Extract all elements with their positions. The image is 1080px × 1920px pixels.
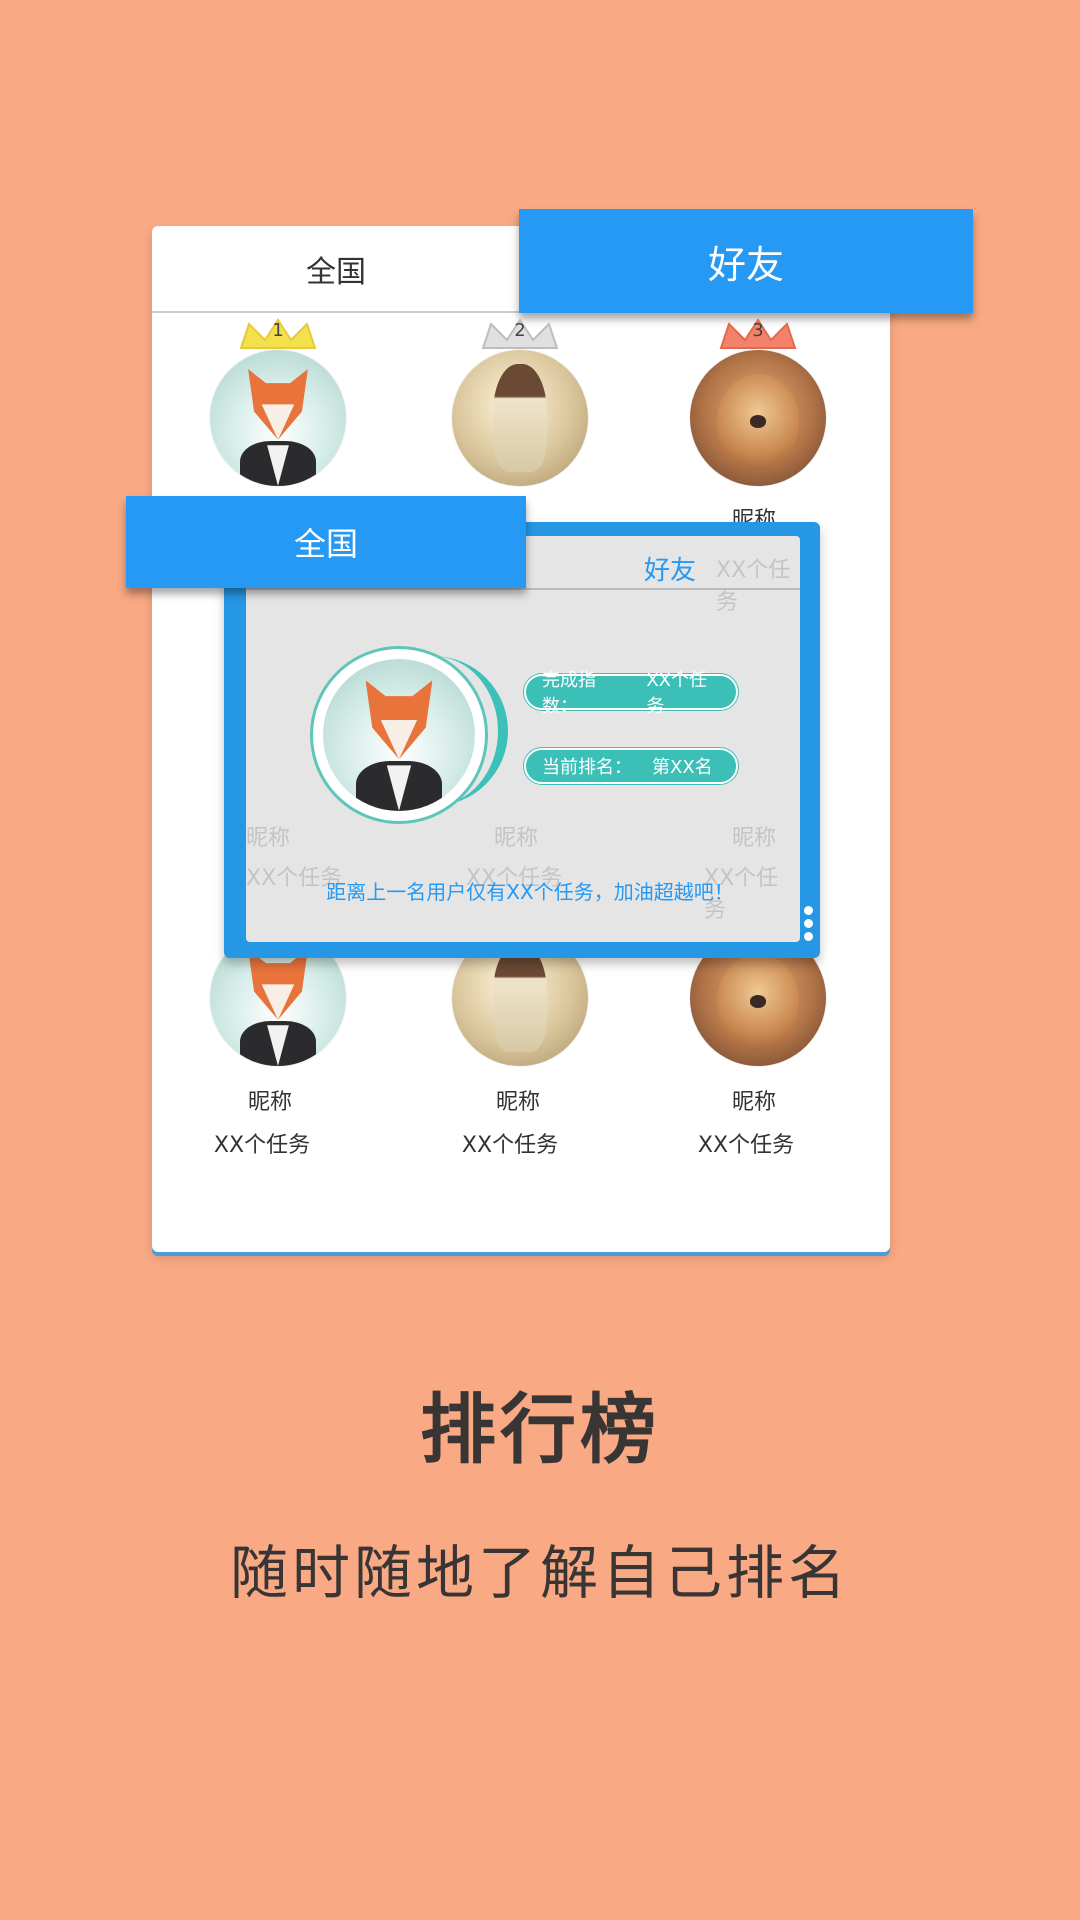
list-item-name: 昵称 (731, 1090, 776, 1115)
ghost-tab-tasks: XX个任务 (716, 558, 791, 615)
completion-label: 完成指数： (542, 670, 596, 717)
list-item-name: 昵称 (495, 1090, 540, 1115)
list-item-name: 昵称 (247, 1090, 292, 1115)
list-item-tasks: XX个任务 (697, 1133, 795, 1158)
avatar-girl[interactable] (452, 350, 588, 486)
ghost-name: 昵称 (732, 826, 777, 851)
rank-number: 2 (514, 320, 526, 341)
encourage-message: 距离上一名用户仅有XX个任务，加油超越吧！ (326, 880, 734, 904)
current-rank-badge: 当前排名： 第XX名 (524, 748, 738, 784)
completion-index-badge: 完成指数： XX个任务 (524, 670, 738, 717)
rank-number: 3 (752, 320, 764, 341)
avatar-fox[interactable] (210, 350, 346, 486)
ghost-name: 昵称 (246, 826, 291, 851)
page-subtitle: 随时随地了解自己排名 (229, 1539, 850, 1607)
more-dots-icon[interactable] (804, 906, 814, 945)
popup-tab-friends[interactable]: 好友 (644, 550, 696, 587)
ghost-name: 昵称 (494, 826, 539, 851)
crown-icon-rank-1: 1 (233, 318, 323, 352)
rank-number: 1 (272, 320, 284, 341)
tab-divider (152, 311, 520, 313)
rank-value: 第XX名 (652, 757, 713, 778)
tab-friends[interactable]: 好友 (519, 209, 973, 313)
list-item-tasks: XX个任务 (213, 1133, 311, 1158)
completion-value: XX个任务 (646, 670, 707, 717)
popup-tab-national[interactable]: 全国 (126, 496, 526, 588)
current-user-avatar[interactable] (310, 646, 488, 824)
avatar-dog[interactable] (690, 350, 826, 486)
list-item-tasks: XX个任务 (461, 1133, 559, 1158)
crown-icon-rank-3: 3 (713, 318, 803, 352)
rank-label: 当前排名： (542, 757, 632, 778)
tab-national[interactable]: 全国 (152, 226, 520, 312)
page-title: 排行榜 (420, 1385, 660, 1474)
crown-icon-rank-2: 2 (475, 318, 565, 352)
